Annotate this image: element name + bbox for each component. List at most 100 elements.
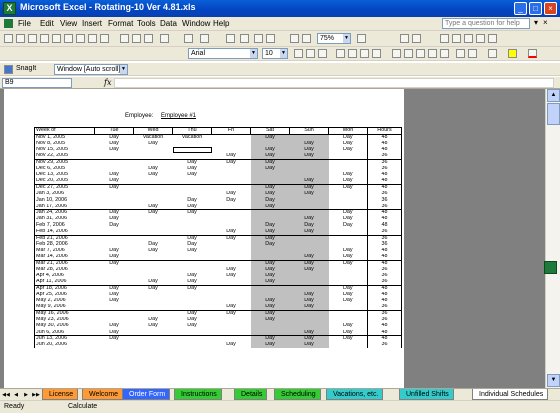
first-sheet-icon[interactable]: ◀◀: [2, 391, 10, 399]
scroll-thumb[interactable]: [547, 103, 560, 125]
formula-input[interactable]: [114, 78, 554, 88]
menu-format[interactable]: Format: [108, 19, 133, 28]
increase-decimal-icon[interactable]: [428, 49, 437, 58]
currency-icon[interactable]: [392, 49, 401, 58]
smart-tag-icon[interactable]: [544, 261, 557, 274]
permission-icon[interactable]: [40, 34, 49, 43]
cut-icon[interactable]: [120, 34, 129, 43]
hyperlink-icon[interactable]: [226, 34, 235, 43]
sheet-tab[interactable]: Unfilled Shifts: [399, 389, 454, 400]
prev-sheet-icon[interactable]: ◀: [12, 391, 20, 399]
zoom-dropdown[interactable]: 75% ▼: [317, 33, 351, 44]
toolbar-icon-b[interactable]: [412, 34, 421, 43]
sort-ascending-icon[interactable]: [254, 34, 263, 43]
name-box[interactable]: B9: [2, 78, 72, 88]
italic-icon[interactable]: [306, 49, 315, 58]
autosum-icon[interactable]: [240, 34, 249, 43]
shift-cell[interactable]: Day: [212, 342, 251, 348]
snagit-icon[interactable]: [4, 65, 13, 74]
print-icon[interactable]: [64, 34, 73, 43]
shift-cell[interactable]: [329, 342, 368, 348]
menu-window[interactable]: Window: [182, 19, 210, 28]
week-cell[interactable]: Jun 20, 2006: [34, 342, 95, 349]
ask-question-input[interactable]: Type a question for help: [442, 18, 530, 29]
drawing-icon[interactable]: [302, 34, 311, 43]
sheet-tab[interactable]: Welcome: [82, 389, 124, 400]
employee-name[interactable]: Employee #1: [161, 113, 196, 119]
vertical-scrollbar[interactable]: ▲ ▼: [545, 89, 560, 388]
underline-icon[interactable]: [318, 49, 327, 58]
percent-icon[interactable]: [404, 49, 413, 58]
research-icon[interactable]: [100, 34, 109, 43]
save-icon[interactable]: [28, 34, 37, 43]
format-painter-icon[interactable]: [160, 34, 169, 43]
borders-icon[interactable]: [488, 49, 497, 58]
align-right-icon[interactable]: [360, 49, 369, 58]
paste-icon[interactable]: [144, 34, 153, 43]
open-icon[interactable]: [16, 34, 25, 43]
scroll-up-icon[interactable]: ▲: [547, 89, 560, 102]
align-left-icon[interactable]: [336, 49, 345, 58]
align-center-icon[interactable]: [348, 49, 357, 58]
font-color-icon[interactable]: [528, 49, 537, 58]
shift-cell[interactable]: [95, 342, 134, 348]
toolbar-icon-d[interactable]: [452, 34, 461, 43]
last-sheet-icon[interactable]: ▶▶: [32, 391, 40, 399]
sort-descending-icon[interactable]: [266, 34, 275, 43]
fill-color-icon[interactable]: [508, 49, 517, 58]
shift-cell[interactable]: [173, 342, 212, 348]
decrease-decimal-icon[interactable]: [440, 49, 449, 58]
hours-cell[interactable]: 36: [367, 342, 402, 349]
sheet-tab[interactable]: Individual Schedules: [472, 389, 549, 400]
menu-insert[interactable]: Insert: [82, 19, 102, 28]
menu-help[interactable]: Help: [213, 19, 229, 28]
sheet-tab[interactable]: Scheduling: [274, 389, 321, 400]
spelling-icon[interactable]: [88, 34, 97, 43]
shift-cell[interactable]: Day: [289, 342, 329, 349]
printed-page[interactable]: Employee: Employee #1 Week of Tue Wed Thu Fr…: [4, 89, 404, 388]
menu-tools[interactable]: Tools: [137, 19, 156, 28]
maximize-button[interactable]: □: [529, 2, 542, 15]
next-sheet-icon[interactable]: ▶: [22, 391, 30, 399]
bold-icon[interactable]: [294, 49, 303, 58]
copy-icon[interactable]: [132, 34, 141, 43]
merge-center-icon[interactable]: [372, 49, 381, 58]
redo-icon[interactable]: [200, 34, 209, 43]
menu-data[interactable]: Data: [160, 19, 177, 28]
sheet-tab[interactable]: Details: [234, 389, 268, 400]
chevron-down-icon[interactable]: ▾: [534, 18, 538, 27]
decrease-indent-icon[interactable]: [456, 49, 465, 58]
increase-indent-icon[interactable]: [468, 49, 477, 58]
sheet-tab[interactable]: Vacations, etc.: [326, 389, 384, 400]
shift-cell[interactable]: [134, 342, 173, 348]
chart-wizard-icon[interactable]: [290, 34, 299, 43]
snagit-label[interactable]: SnagIt: [16, 65, 36, 72]
sheet-tab[interactable]: Instructions: [174, 389, 222, 400]
print-preview-icon[interactable]: [76, 34, 85, 43]
fx-icon[interactable]: fx: [104, 78, 111, 87]
comma-icon[interactable]: [416, 49, 425, 58]
sheet-tab[interactable]: License: [42, 389, 79, 400]
toolbar-icon-c[interactable]: [440, 34, 449, 43]
snagit-mode-dropdown[interactable]: Window [Auto scroll] ▼: [54, 64, 128, 75]
new-icon[interactable]: [4, 34, 13, 43]
menu-file[interactable]: File: [18, 19, 31, 28]
close-button[interactable]: ×: [544, 2, 557, 15]
email-icon[interactable]: [52, 34, 61, 43]
help-icon[interactable]: [357, 34, 366, 43]
shift-cell[interactable]: Day: [250, 342, 290, 349]
toolbar-icon-g[interactable]: [488, 34, 497, 43]
sheet-tab[interactable]: Order Form: [122, 389, 171, 400]
font-dropdown[interactable]: Arial ▼: [188, 48, 258, 59]
scroll-down-icon[interactable]: ▼: [547, 374, 560, 387]
toolbar-icon-e[interactable]: [464, 34, 473, 43]
close-workbook-icon[interactable]: ×: [543, 18, 548, 27]
workbook-icon[interactable]: [4, 19, 13, 28]
font-size-dropdown[interactable]: 10 ▼: [262, 48, 288, 59]
menu-edit[interactable]: Edit: [40, 19, 54, 28]
minimize-button[interactable]: _: [514, 2, 527, 15]
toolbar-icon-a[interactable]: [400, 34, 409, 43]
toolbar-icon-f[interactable]: [476, 34, 485, 43]
menu-view[interactable]: View: [60, 19, 77, 28]
undo-icon[interactable]: [184, 34, 193, 43]
